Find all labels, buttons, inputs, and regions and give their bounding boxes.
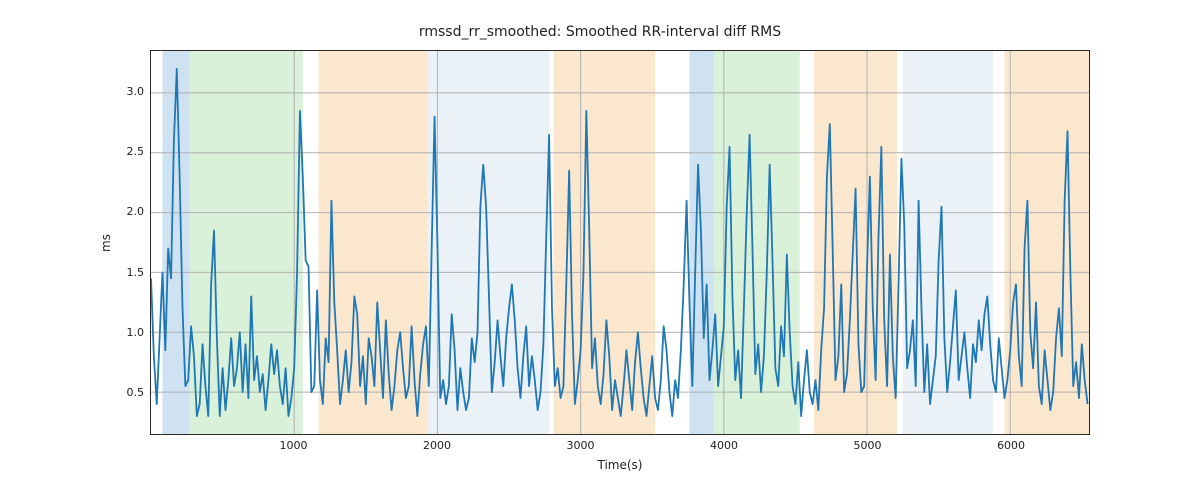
plot-svg (151, 51, 1089, 434)
x-tick-label: 6000 (991, 439, 1031, 452)
x-tick-label: 1000 (274, 439, 314, 452)
figure: rmssd_rr_smoothed: Smoothed RR-interval … (0, 0, 1200, 500)
band-7 (814, 51, 897, 434)
band-4 (553, 51, 655, 434)
y-tick-label: 1.5 (114, 266, 144, 279)
chart-title: rmssd_rr_smoothed: Smoothed RR-interval … (0, 24, 1200, 40)
x-tick-label: 2000 (417, 439, 457, 452)
y-tick-label: 3.0 (114, 85, 144, 98)
y-axis-label: ms (99, 234, 113, 252)
y-tick-label: 2.0 (114, 205, 144, 218)
plot-area (150, 50, 1090, 435)
y-axis-label-container: ms (96, 50, 116, 435)
x-axis-label: Time(s) (150, 458, 1090, 472)
y-tick-label: 2.5 (114, 145, 144, 158)
x-tick-label: 4000 (704, 439, 744, 452)
x-tick-label: 3000 (561, 439, 601, 452)
x-tick-label: 5000 (848, 439, 888, 452)
y-tick-label: 1.0 (114, 326, 144, 339)
y-tick-label: 0.5 (114, 386, 144, 399)
